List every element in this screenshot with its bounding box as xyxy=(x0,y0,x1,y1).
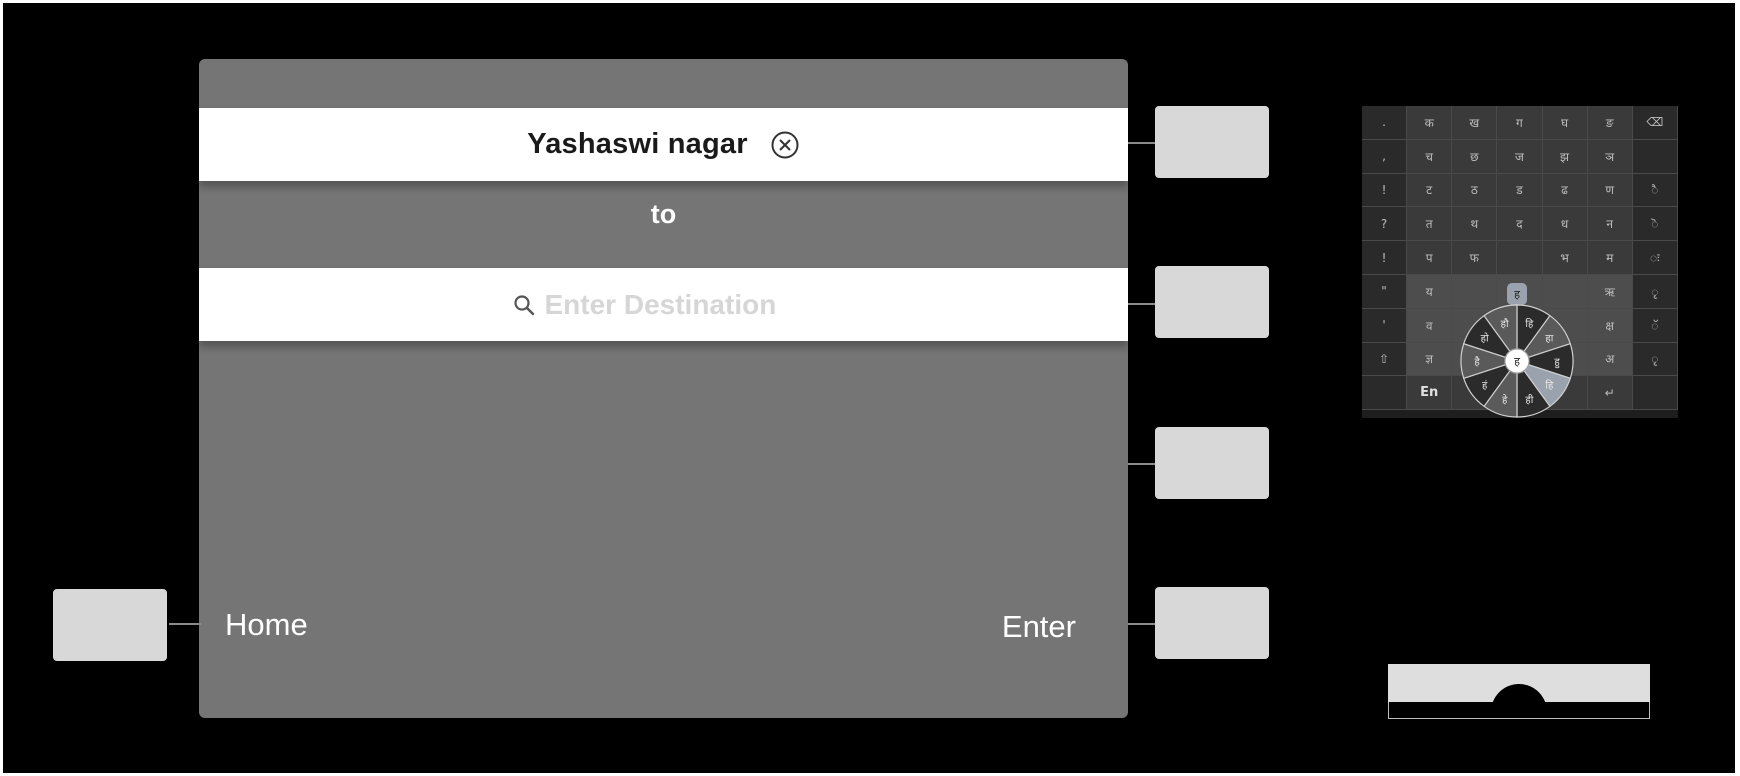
keyboard-key[interactable]: ग xyxy=(1497,106,1543,140)
keyboard-key[interactable]: थ xyxy=(1452,207,1498,242)
hardware-button-3[interactable] xyxy=(1155,427,1269,499)
keyboard-key[interactable] xyxy=(1362,376,1408,411)
keyboard-key[interactable]: ज्ञ xyxy=(1407,342,1453,377)
keyboard-key[interactable]: छ xyxy=(1452,139,1498,174)
connector-line xyxy=(1128,623,1158,625)
wheel-segment-label: हौ xyxy=(1501,318,1509,330)
device-frame: Yashaswi nagar to Home Enter xyxy=(3,3,1735,773)
keyboard-key[interactable]: ' xyxy=(1362,308,1408,343)
wheel-center-label: ह xyxy=(1514,355,1520,368)
keyboard-key[interactable]: भ xyxy=(1542,241,1588,275)
vowel-wheel[interactable]: हहिहाहुहिहीहेहंहैहोहौह xyxy=(1451,281,1583,418)
keyboard-key[interactable] xyxy=(1632,376,1678,411)
keyboard-key[interactable]: त xyxy=(1407,207,1453,242)
keyboard-key[interactable]: ृ xyxy=(1632,342,1678,377)
keyboard-key[interactable]: , xyxy=(1362,139,1408,174)
keyboard-key[interactable] xyxy=(1632,139,1678,174)
wheel-segment-label: हा xyxy=(1545,333,1553,344)
keyboard-key[interactable]: य xyxy=(1407,274,1453,309)
keyboard-key[interactable]: झ xyxy=(1542,139,1588,174)
keyboard-key[interactable]: ऋ xyxy=(1587,274,1633,309)
keyboard-key[interactable]: क xyxy=(1407,106,1453,140)
destination-input[interactable] xyxy=(544,288,815,321)
return-key[interactable]: ↵ xyxy=(1587,376,1633,411)
wheel-segment-label: हि xyxy=(1525,318,1534,330)
wheel-segment-label: हु xyxy=(1554,357,1560,369)
connector-line xyxy=(1128,142,1158,144)
keyboard-key[interactable]: " xyxy=(1362,274,1408,309)
to-label: to xyxy=(650,199,677,229)
wheel-top-label: ह xyxy=(1514,288,1520,301)
keyboard-key[interactable] xyxy=(1497,241,1543,275)
keyboard-key[interactable]: द xyxy=(1497,207,1543,242)
keyboard-key[interactable]: ख xyxy=(1452,106,1498,140)
keyboard-key[interactable]: व xyxy=(1407,308,1453,343)
keyboard-key[interactable]: न xyxy=(1587,207,1633,242)
keyboard-key[interactable]: ै xyxy=(1632,173,1678,208)
keyboard-key[interactable]: ः xyxy=(1632,241,1678,275)
keyboard-key[interactable]: म xyxy=(1587,241,1633,275)
connector-line xyxy=(1128,463,1158,465)
keyboard-key[interactable]: ण xyxy=(1587,173,1633,208)
keyboard-key[interactable]: ॅ xyxy=(1632,308,1678,343)
hardware-button-home[interactable] xyxy=(53,589,167,661)
circle-x-icon[interactable] xyxy=(770,130,800,160)
keyboard-key[interactable]: ध xyxy=(1542,207,1588,242)
wheel-segment-label: है xyxy=(1474,356,1480,368)
keyboard-key[interactable]: ! xyxy=(1362,173,1408,208)
keyboard-key[interactable]: ङ xyxy=(1587,106,1633,140)
keyboard-key[interactable]: ? xyxy=(1362,207,1408,242)
wheel-segment-label: हो xyxy=(1481,332,1489,344)
connector-line xyxy=(1128,303,1158,305)
keyboard-key[interactable]: क्ष xyxy=(1587,308,1633,343)
navigation-screen: Yashaswi nagar to Home Enter xyxy=(199,59,1128,718)
hardware-button-origin[interactable] xyxy=(1155,106,1269,178)
keyboard-key[interactable]: ज xyxy=(1497,139,1543,174)
keyboard-key[interactable]: ठ xyxy=(1452,173,1498,208)
enter-softkey-label: Enter xyxy=(1001,609,1076,644)
keyboard-key[interactable]: फ xyxy=(1452,241,1498,275)
search-icon xyxy=(513,294,535,316)
keyboard-key[interactable]: ड xyxy=(1497,173,1543,208)
connector-line xyxy=(169,623,201,625)
keyboard-key[interactable]: अ xyxy=(1587,342,1633,377)
hindi-keyboard: . क ख ग घ ङ ⌫, च छ ज झ ञ! ट ठ ड ढ णै? त थ द ध नॆ! प फ भ मः " य ऋृ ' व क… xyxy=(1362,106,1678,418)
destination-field[interactable] xyxy=(199,268,1128,341)
wheel-segment-label: हे xyxy=(1502,394,1508,406)
home-softkey-label: Home xyxy=(225,607,308,642)
keyboard-key[interactable]: घ xyxy=(1542,106,1588,140)
keyboard-key[interactable]: प xyxy=(1407,241,1453,275)
shift-key[interactable]: ⇧ xyxy=(1362,342,1408,377)
origin-value: Yashaswi nagar xyxy=(527,128,748,160)
keyboard-key[interactable]: ढ xyxy=(1542,173,1588,208)
keyboard-key[interactable]: ॆ xyxy=(1632,207,1678,242)
hardware-button-destination[interactable] xyxy=(1155,266,1269,338)
keyboard-key[interactable]: . xyxy=(1362,106,1408,140)
keyboard-key[interactable]: च xyxy=(1407,139,1453,174)
wheel-segment-label: हि xyxy=(1545,380,1554,392)
keyboard-key[interactable]: ृ xyxy=(1632,274,1678,309)
hardware-button-enter[interactable] xyxy=(1155,587,1269,659)
keyboard-key[interactable]: ! xyxy=(1362,241,1408,275)
wheel-segment-label: ही xyxy=(1525,394,1533,406)
language-key[interactable]: En xyxy=(1407,376,1453,411)
keyboard-key[interactable]: ञ xyxy=(1587,139,1633,174)
backspace-key[interactable]: ⌫ xyxy=(1632,106,1678,140)
origin-field[interactable]: Yashaswi nagar xyxy=(199,108,1128,181)
keyboard-key[interactable]: ट xyxy=(1407,173,1453,208)
wheel-segment-label: हं xyxy=(1482,380,1488,392)
